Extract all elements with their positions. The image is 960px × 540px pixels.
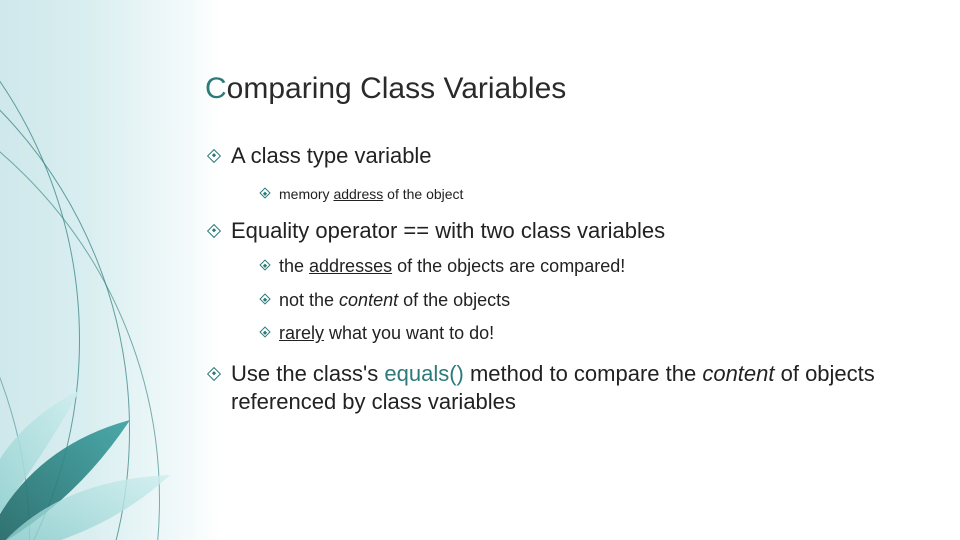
bullet-lvl2: memory address of the object [257,185,930,203]
bullet-list: A class type variable memory address of … [205,142,930,417]
bullet-text: of the object [383,186,463,202]
bullet-text-underline: address [333,186,383,202]
leaf-graphic [0,380,180,540]
bullet-lvl2: the addresses of the objects are compare… [257,255,930,278]
bullet-text: of the objects are compared! [392,256,625,276]
bullet-text: the [279,256,309,276]
title-accent-letter: C [205,72,227,105]
bullet-text-italic: content [339,290,398,310]
diamond-bullet-icon [207,149,221,163]
title-text: omparing [227,72,360,105]
bullet-text: A class type variable [231,143,432,168]
title-text: Variables [443,72,566,105]
bullet-text: what you want to do! [324,323,494,343]
bullet-text-accent: equals() [384,361,463,386]
bullet-lvl2: rarely what you want to do! [257,322,930,345]
bullet-text: memory [279,186,333,202]
slide-title: Comparing Class Variables [205,72,930,106]
bullet-text: Use the class's [231,361,384,386]
title-text: Class [360,72,443,105]
bullet-text: not the [279,290,339,310]
diamond-bullet-icon [207,366,221,380]
bullet-text: method to compare the [464,361,702,386]
bullet-text-italic: content [702,361,774,386]
bullet-lvl1: Use the class's equals() method to compa… [205,360,930,417]
diamond-bullet-icon [259,293,270,304]
bullet-text-underline: addresses [309,256,392,276]
diamond-bullet-icon [207,224,221,238]
bullet-text: of the objects [398,290,510,310]
diamond-bullet-icon [259,187,270,198]
diamond-bullet-icon [259,260,270,271]
slide-content: Comparing Class Variables A class type v… [205,72,930,417]
bullet-lvl1: A class type variable memory address of … [205,142,930,203]
bullet-text-underline: rarely [279,323,324,343]
bullet-text: Equality operator == with two class vari… [231,218,665,243]
bullet-lvl2: not the content of the objects [257,289,930,312]
diamond-bullet-icon [259,326,270,337]
bullet-lvl1: Equality operator == with two class vari… [205,217,930,346]
